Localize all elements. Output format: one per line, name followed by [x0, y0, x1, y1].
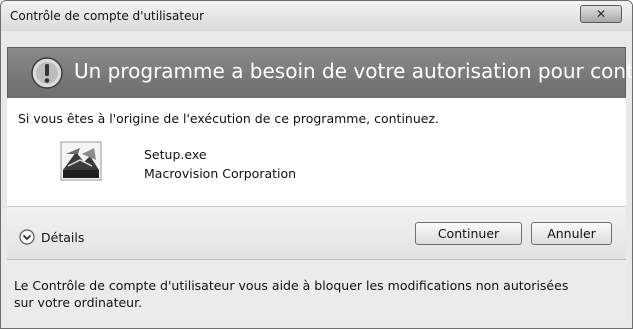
details-toggle[interactable]: Détails [19, 227, 84, 247]
program-publisher: Macrovision Corporation [144, 166, 297, 181]
intro-text: Si vous êtes à l'origine de l'exécution … [18, 111, 439, 126]
setup-program-icon [60, 141, 102, 181]
footer-text: Le Contrôle de compte d'utilisateur vous… [14, 278, 569, 310]
cancel-button[interactable]: Annuler [531, 222, 612, 245]
footer-info: Le Contrôle de compte d'utilisateur vous… [7, 259, 626, 322]
uac-dialog: Contrôle de compte d'utilisateur ✕ Un pr… [0, 0, 633, 329]
continue-button[interactable]: Continuer [415, 222, 522, 245]
shield-warning-icon [31, 57, 63, 89]
close-icon: ✕ [595, 7, 607, 21]
details-label: Détails [41, 229, 85, 245]
warning-banner: Un programme a besoin de votre autorisat… [7, 47, 632, 99]
content-area: Si vous êtes à l'origine de l'exécution … [7, 98, 626, 206]
close-button[interactable]: ✕ [580, 5, 622, 23]
window-title: Contrôle de compte d'utilisateur [10, 9, 204, 23]
chevron-down-circle-icon [19, 229, 35, 245]
action-bar: Détails Continuer Annuler [7, 206, 626, 259]
banner-message: Un programme a besoin de votre autorisat… [74, 59, 633, 83]
title-bar: Contrôle de compte d'utilisateur ✕ [1, 1, 632, 31]
program-name: Setup.exe [144, 147, 207, 162]
